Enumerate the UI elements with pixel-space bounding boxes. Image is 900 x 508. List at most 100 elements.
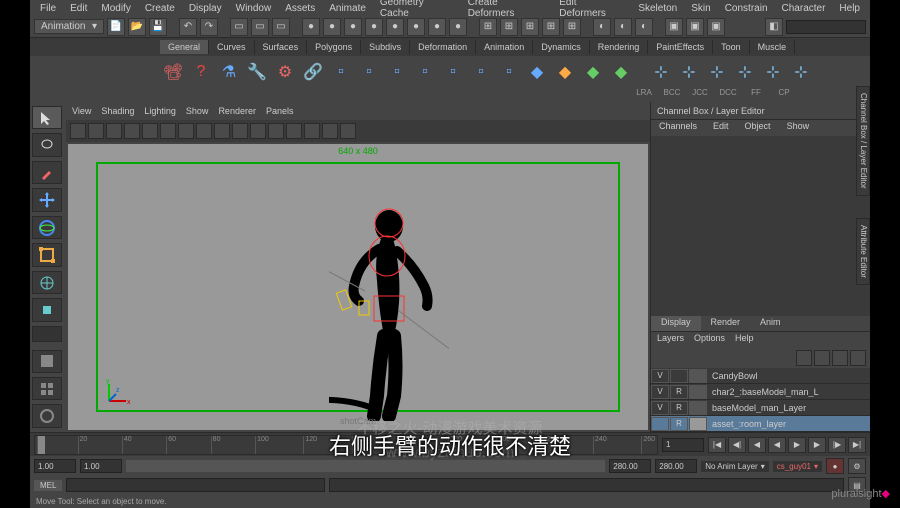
shelf-button[interactable]: ▫ bbox=[468, 59, 494, 85]
channel-menu-item[interactable]: Show bbox=[779, 120, 818, 136]
shelf-button[interactable]: ⊹ bbox=[704, 59, 730, 85]
mask-icon[interactable]: ● bbox=[323, 18, 341, 36]
layer-vis-toggle[interactable]: V bbox=[651, 385, 669, 399]
anim-layer-dropdown[interactable]: No Anim Layer ▾ bbox=[701, 461, 768, 472]
layer-vis-toggle[interactable] bbox=[651, 417, 669, 431]
menu-item[interactable]: Animate bbox=[323, 2, 372, 15]
wireframe-icon[interactable] bbox=[196, 123, 212, 139]
layout-icon[interactable] bbox=[32, 404, 62, 427]
select-tool[interactable] bbox=[32, 106, 62, 129]
panel-menu-item[interactable]: View bbox=[72, 106, 91, 116]
shelf-button[interactable]: ◆ bbox=[580, 59, 606, 85]
render-icon[interactable]: ▣ bbox=[665, 18, 683, 36]
shaded-icon[interactable] bbox=[214, 123, 230, 139]
shelf-button[interactable]: ▫ bbox=[440, 59, 466, 85]
history-icon[interactable]: ◐ bbox=[593, 18, 611, 36]
panel-menu-item[interactable]: Renderer bbox=[218, 106, 256, 116]
rotate-tool[interactable] bbox=[32, 216, 62, 239]
shelf-button[interactable]: ⊹ bbox=[648, 59, 674, 85]
shelf-tab[interactable]: General bbox=[160, 40, 209, 54]
lights-icon[interactable] bbox=[250, 123, 266, 139]
shading-icon[interactable] bbox=[178, 123, 194, 139]
layer-color-swatch[interactable] bbox=[689, 385, 707, 399]
anim-end-field[interactable]: 280.00 bbox=[655, 459, 697, 473]
paint-select-tool[interactable] bbox=[32, 161, 62, 184]
shelf-button[interactable]: ▫ bbox=[328, 59, 354, 85]
layer-color-swatch[interactable] bbox=[689, 369, 707, 383]
step-back-button[interactable]: ◀| bbox=[728, 437, 746, 453]
go-end-button[interactable]: ▶| bbox=[848, 437, 866, 453]
play-fwd-button[interactable]: ▶ bbox=[788, 437, 806, 453]
lasso-tool[interactable] bbox=[32, 133, 62, 156]
layer-type-toggle[interactable]: R bbox=[670, 385, 688, 399]
shelf-button[interactable]: 🔧 bbox=[244, 59, 270, 85]
quick-input[interactable] bbox=[786, 20, 866, 34]
image-plane-icon[interactable] bbox=[106, 123, 122, 139]
prefs-button[interactable]: ⚙ bbox=[848, 458, 866, 474]
snap-point-icon[interactable]: ⊞ bbox=[521, 18, 539, 36]
vtab-channel-box[interactable]: Channel Box / Layer Editor bbox=[856, 86, 870, 196]
shelf-button[interactable]: ◆ bbox=[608, 59, 634, 85]
save-scene-icon[interactable]: 💾 bbox=[149, 18, 167, 36]
film-gate-icon[interactable] bbox=[142, 123, 158, 139]
range-track[interactable] bbox=[126, 460, 605, 472]
go-start-button[interactable]: |◀ bbox=[708, 437, 726, 453]
snap-grid-icon[interactable]: ⊞ bbox=[479, 18, 497, 36]
layer-tab[interactable]: Anim bbox=[750, 316, 791, 331]
shelf-tab[interactable]: Curves bbox=[209, 40, 255, 54]
panel-menu-item[interactable]: Lighting bbox=[144, 106, 176, 116]
undo-icon[interactable]: ↶ bbox=[179, 18, 197, 36]
char-set-dropdown[interactable]: cs_guy01 ▾ bbox=[773, 461, 822, 472]
shelf-tab[interactable]: Toon bbox=[713, 40, 750, 54]
playback-start-field[interactable]: 1.00 bbox=[80, 459, 122, 473]
history-icon[interactable]: ◐ bbox=[635, 18, 653, 36]
menu-item[interactable]: File bbox=[34, 2, 62, 15]
single-view-icon[interactable] bbox=[32, 350, 62, 373]
isolate-icon[interactable] bbox=[286, 123, 302, 139]
mask-icon[interactable]: ● bbox=[386, 18, 404, 36]
grid-icon[interactable] bbox=[124, 123, 140, 139]
playback-end-field[interactable]: 280.00 bbox=[609, 459, 651, 473]
shelf-tab[interactable]: Subdivs bbox=[361, 40, 410, 54]
select-hier-icon[interactable]: ▭ bbox=[230, 18, 248, 36]
menu-item[interactable]: Assets bbox=[279, 2, 321, 15]
move-tool[interactable] bbox=[32, 188, 62, 211]
shelf-button[interactable]: ⊹ bbox=[676, 59, 702, 85]
menu-item[interactable]: Character bbox=[776, 2, 832, 15]
viewport-icon[interactable] bbox=[322, 123, 338, 139]
layer-row[interactable]: V R char2_:baseModel_man_L bbox=[651, 384, 870, 400]
layer-menu-item[interactable]: Layers bbox=[657, 333, 684, 347]
layer-type-toggle[interactable]: R bbox=[670, 417, 688, 431]
shelf-tab[interactable]: Muscle bbox=[750, 40, 796, 54]
shelf-button[interactable]: 📽 bbox=[160, 59, 186, 85]
camera-select-icon[interactable] bbox=[70, 123, 86, 139]
layer-vis-toggle[interactable]: V bbox=[651, 401, 669, 415]
shelf-button[interactable]: ▫ bbox=[356, 59, 382, 85]
mask-icon[interactable]: ● bbox=[302, 18, 320, 36]
shelf-button[interactable]: ⚙ bbox=[272, 59, 298, 85]
shadows-icon[interactable] bbox=[268, 123, 284, 139]
shelf-tab[interactable]: Animation bbox=[476, 40, 533, 54]
select-comp-icon[interactable]: ▭ bbox=[272, 18, 290, 36]
layer-vis-toggle[interactable]: V bbox=[651, 369, 669, 383]
layer-menu-item[interactable]: Help bbox=[735, 333, 754, 347]
shelf-button[interactable]: ▫ bbox=[496, 59, 522, 85]
layer-type-toggle[interactable] bbox=[670, 369, 688, 383]
layer-row[interactable]: V CandyBowl bbox=[651, 368, 870, 384]
layer-tab[interactable]: Display bbox=[651, 316, 701, 331]
shelf-button[interactable]: ⊹ bbox=[760, 59, 786, 85]
channel-menu-item[interactable]: Edit bbox=[705, 120, 737, 136]
textured-icon[interactable] bbox=[232, 123, 248, 139]
last-tool[interactable] bbox=[32, 326, 62, 342]
layer-color-swatch[interactable] bbox=[689, 417, 707, 431]
move-layer-down-icon[interactable] bbox=[814, 350, 830, 366]
layer-type-toggle[interactable]: R bbox=[670, 401, 688, 415]
menuset-dropdown[interactable]: Animation ▾ bbox=[34, 19, 104, 34]
shelf-button[interactable]: ◆ bbox=[552, 59, 578, 85]
menu-item[interactable]: Modify bbox=[95, 2, 136, 15]
vtab-attribute-editor[interactable]: Attribute Editor bbox=[856, 218, 870, 285]
next-key-button[interactable]: ▶ bbox=[808, 437, 826, 453]
mask-icon[interactable]: ● bbox=[365, 18, 383, 36]
res-gate-icon[interactable] bbox=[160, 123, 176, 139]
cmd-lang-dropdown[interactable]: MEL bbox=[34, 480, 62, 491]
